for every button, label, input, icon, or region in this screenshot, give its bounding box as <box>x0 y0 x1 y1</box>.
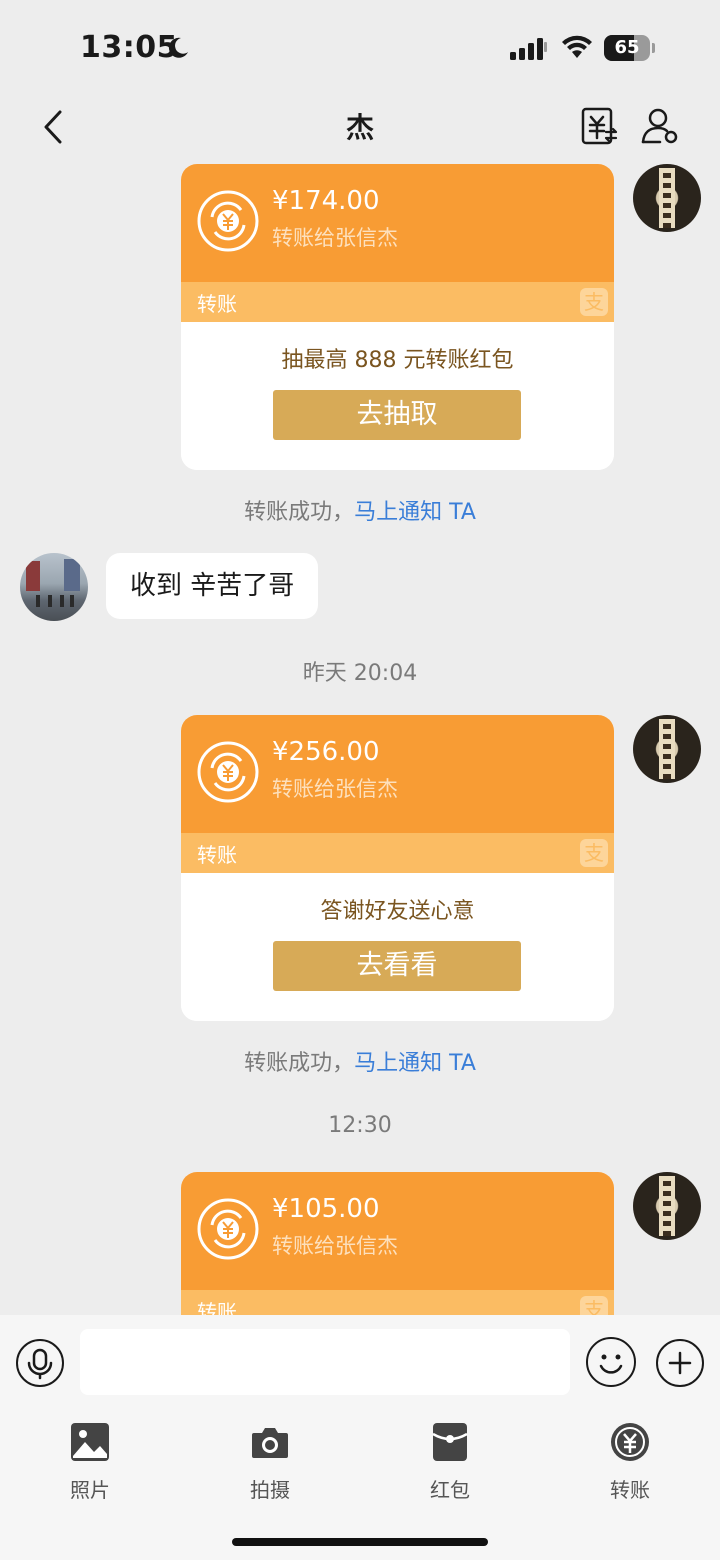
transfer-label: 转账 <box>197 843 237 867</box>
moon-icon <box>168 37 188 58</box>
friend-avatar[interactable] <box>20 553 88 621</box>
back-arrow-icon[interactable] <box>38 108 70 146</box>
tool-photo[interactable]: 照片 <box>40 1422 140 1512</box>
transfer-success-notice: 转账成功，马上通知 TA <box>244 1051 476 1076</box>
tool-label: 拍摄 <box>250 1478 290 1502</box>
camera-icon <box>252 1428 288 1458</box>
chat-title: 杰 <box>345 111 374 144</box>
message-input-bar <box>0 1315 720 1410</box>
tool-red-packet[interactable]: 红包 <box>400 1422 500 1512</box>
transfer-amount: ¥256.00 <box>272 737 380 767</box>
my-avatar[interactable] <box>633 1172 701 1240</box>
voice-input-button[interactable] <box>16 1339 64 1387</box>
timestamp: 昨天 20:04 <box>302 661 418 686</box>
transfer-icon <box>611 1423 649 1461</box>
my-avatar[interactable] <box>633 164 701 232</box>
transfer-label: 转账 <box>197 292 237 316</box>
tool-camera[interactable]: 拍摄 <box>220 1422 320 1512</box>
transfer-amount: ¥105.00 <box>272 1194 380 1224</box>
transfer-recipient: 转账给张信杰 <box>272 777 398 801</box>
promo-text: 答谢好友送心意 <box>320 899 475 924</box>
plus-icon <box>668 1351 692 1375</box>
timestamp: 12:30 <box>328 1113 392 1138</box>
transfer-label: 转账 <box>197 1300 237 1315</box>
transfer-coin-icon <box>197 741 259 803</box>
contact-profile-icon[interactable] <box>640 106 680 146</box>
tool-label: 红包 <box>430 1478 470 1502</box>
alipay-logo-icon: 支 <box>580 1296 608 1315</box>
transfer-card[interactable]: ¥174.00 转账给张信杰 转账 支 抽最高 888 元转账红包 去抽取 <box>181 164 614 470</box>
more-options-button[interactable] <box>656 1339 704 1387</box>
transfer-bill-icon[interactable] <box>580 106 618 146</box>
tool-label: 转账 <box>610 1478 650 1502</box>
battery-level: 65 <box>614 37 640 58</box>
wifi-icon <box>562 35 592 58</box>
transfer-success-notice: 转账成功，马上通知 TA <box>244 500 476 525</box>
transfer-amount: ¥174.00 <box>272 186 380 216</box>
battery-indicator: 65 <box>604 35 655 61</box>
emoji-button[interactable] <box>586 1337 636 1387</box>
notify-link[interactable]: 马上通知 TA <box>354 500 476 525</box>
tool-label: 照片 <box>70 1478 110 1502</box>
transfer-recipient: 转账给张信杰 <box>272 226 398 250</box>
microphone-icon <box>27 1348 53 1380</box>
cellular-signal-icon <box>510 38 547 60</box>
transfer-card[interactable]: ¥256.00 转账给张信杰 转账 支 答谢好友送心意 去看看 <box>181 715 614 1021</box>
alipay-logo-icon: 支 <box>580 839 608 867</box>
alipay-logo-icon: 支 <box>580 288 608 316</box>
red-packet-icon <box>432 1423 468 1461</box>
status-bar: 13:05 65 <box>0 0 720 96</box>
my-avatar[interactable] <box>633 715 701 783</box>
transfer-card[interactable]: ¥105.00 转账给张信杰 转账 支 <box>181 1172 614 1315</box>
status-time: 13:05 <box>80 30 178 65</box>
transfer-coin-icon <box>197 190 259 252</box>
smiley-icon <box>599 1354 623 1374</box>
message-input[interactable] <box>80 1329 570 1395</box>
chat-message-list[interactable]: ¥174.00 转账给张信杰 转账 支 抽最高 888 元转账红包 去抽取 转账… <box>0 162 720 1315</box>
draw-red-packet-button[interactable]: 去抽取 <box>273 390 521 440</box>
transfer-coin-icon <box>197 1198 259 1260</box>
photo-icon <box>71 1423 109 1461</box>
notify-link[interactable]: 马上通知 TA <box>354 1051 476 1076</box>
tool-transfer[interactable]: 转账 <box>580 1422 680 1512</box>
promo-text: 抽最高 888 元转账红包 <box>281 348 514 373</box>
view-button[interactable]: 去看看 <box>273 941 521 991</box>
friend-message-bubble[interactable]: 收到 辛苦了哥 <box>106 553 319 619</box>
home-indicator[interactable] <box>232 1538 488 1546</box>
transfer-recipient: 转账给张信杰 <box>272 1234 398 1258</box>
